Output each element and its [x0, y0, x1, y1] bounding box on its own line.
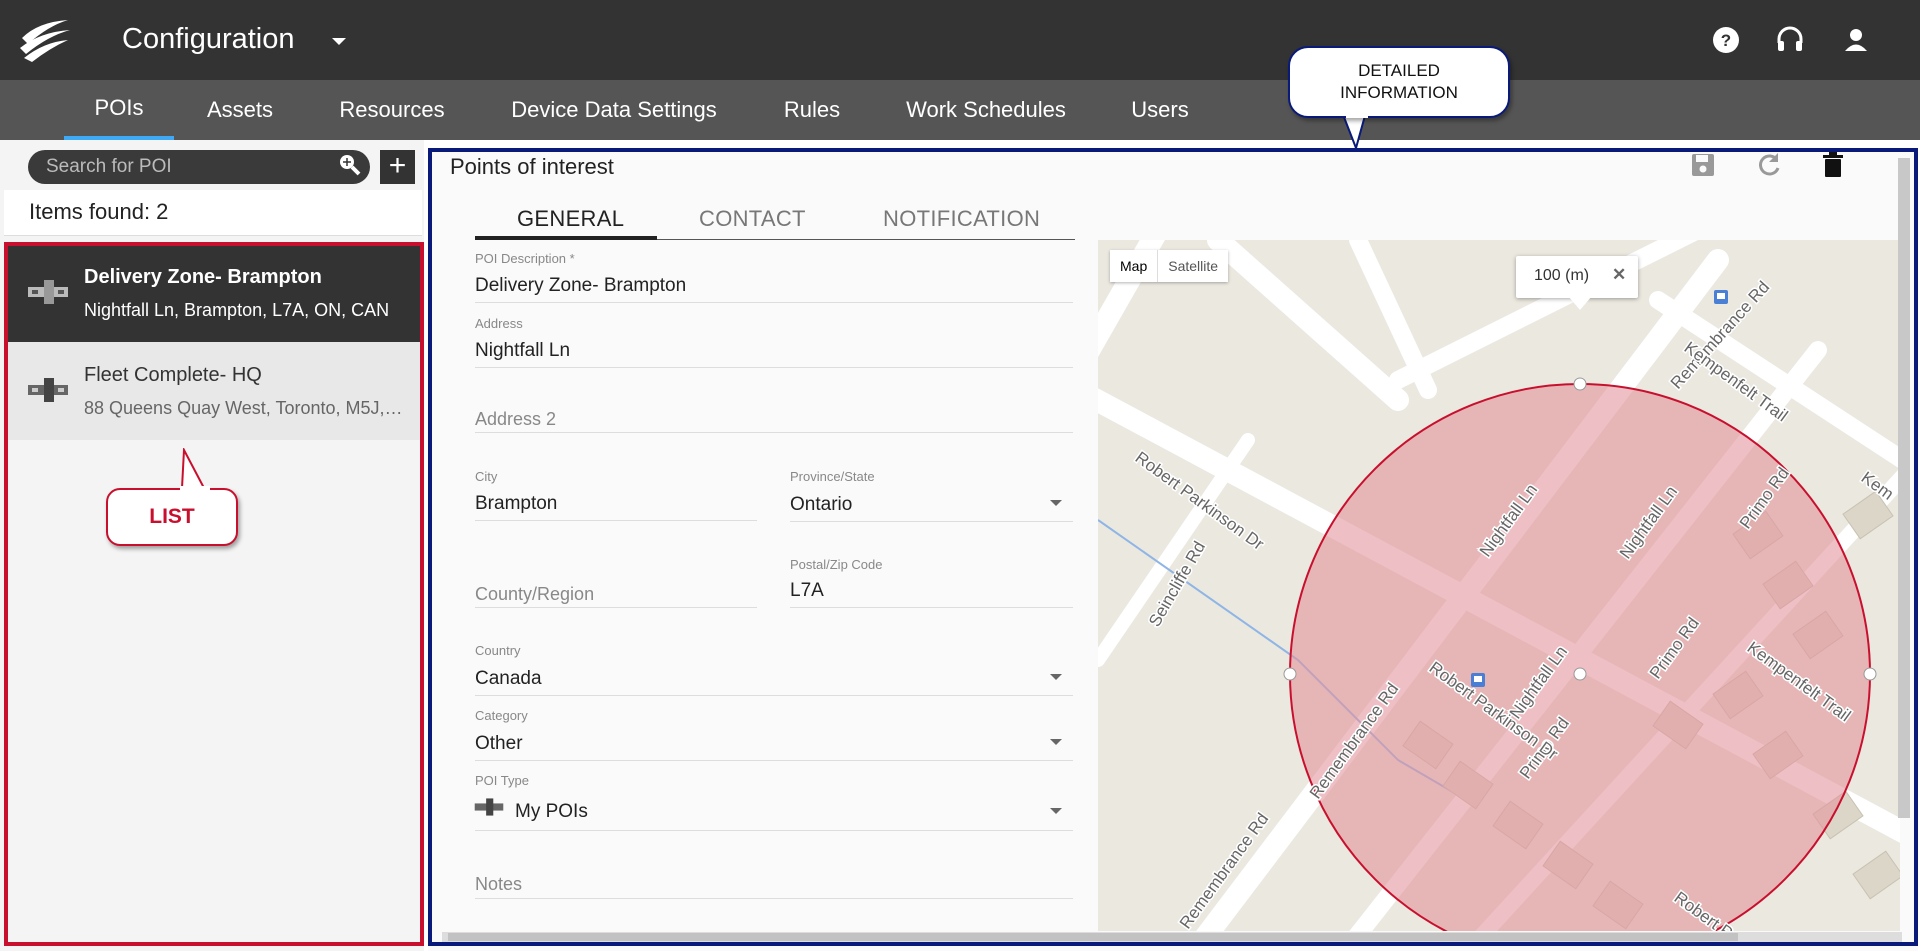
tab-rules[interactable]: Rules [776, 80, 848, 140]
tab-work-schedules[interactable]: Work Schedules [896, 80, 1076, 140]
svg-text:?: ? [1721, 31, 1731, 50]
headset-icon[interactable] [1774, 24, 1806, 56]
tab-resources[interactable]: Resources [330, 80, 454, 140]
tab-pois[interactable]: POIs [64, 80, 174, 140]
detail-callout: DETAILED INFORMATION [1288, 46, 1510, 118]
detail-highlight-box [428, 148, 1918, 946]
app-title[interactable]: Configuration [122, 20, 295, 58]
tab-assets[interactable]: Assets [196, 80, 284, 140]
fleet-logo-icon[interactable] [18, 18, 72, 62]
add-poi-button[interactable]: + [380, 150, 415, 184]
items-found-count: Items found: 2 [4, 190, 422, 236]
callout-pointer [180, 448, 206, 489]
search-icon[interactable] [336, 152, 362, 178]
user-icon[interactable] [1840, 24, 1872, 56]
help-icon[interactable]: ? [1710, 24, 1742, 56]
tab-device-data-settings[interactable]: Device Data Settings [502, 80, 726, 140]
tab-users[interactable]: Users [1124, 80, 1196, 140]
app-root: { "app": {"title": "Configuration"}, "na… [0, 0, 1920, 951]
list-callout: LIST [106, 488, 238, 546]
chevron-down-icon[interactable] [332, 38, 346, 45]
list-highlight-box [4, 242, 424, 946]
search-input[interactable]: Search for POI [28, 150, 370, 184]
